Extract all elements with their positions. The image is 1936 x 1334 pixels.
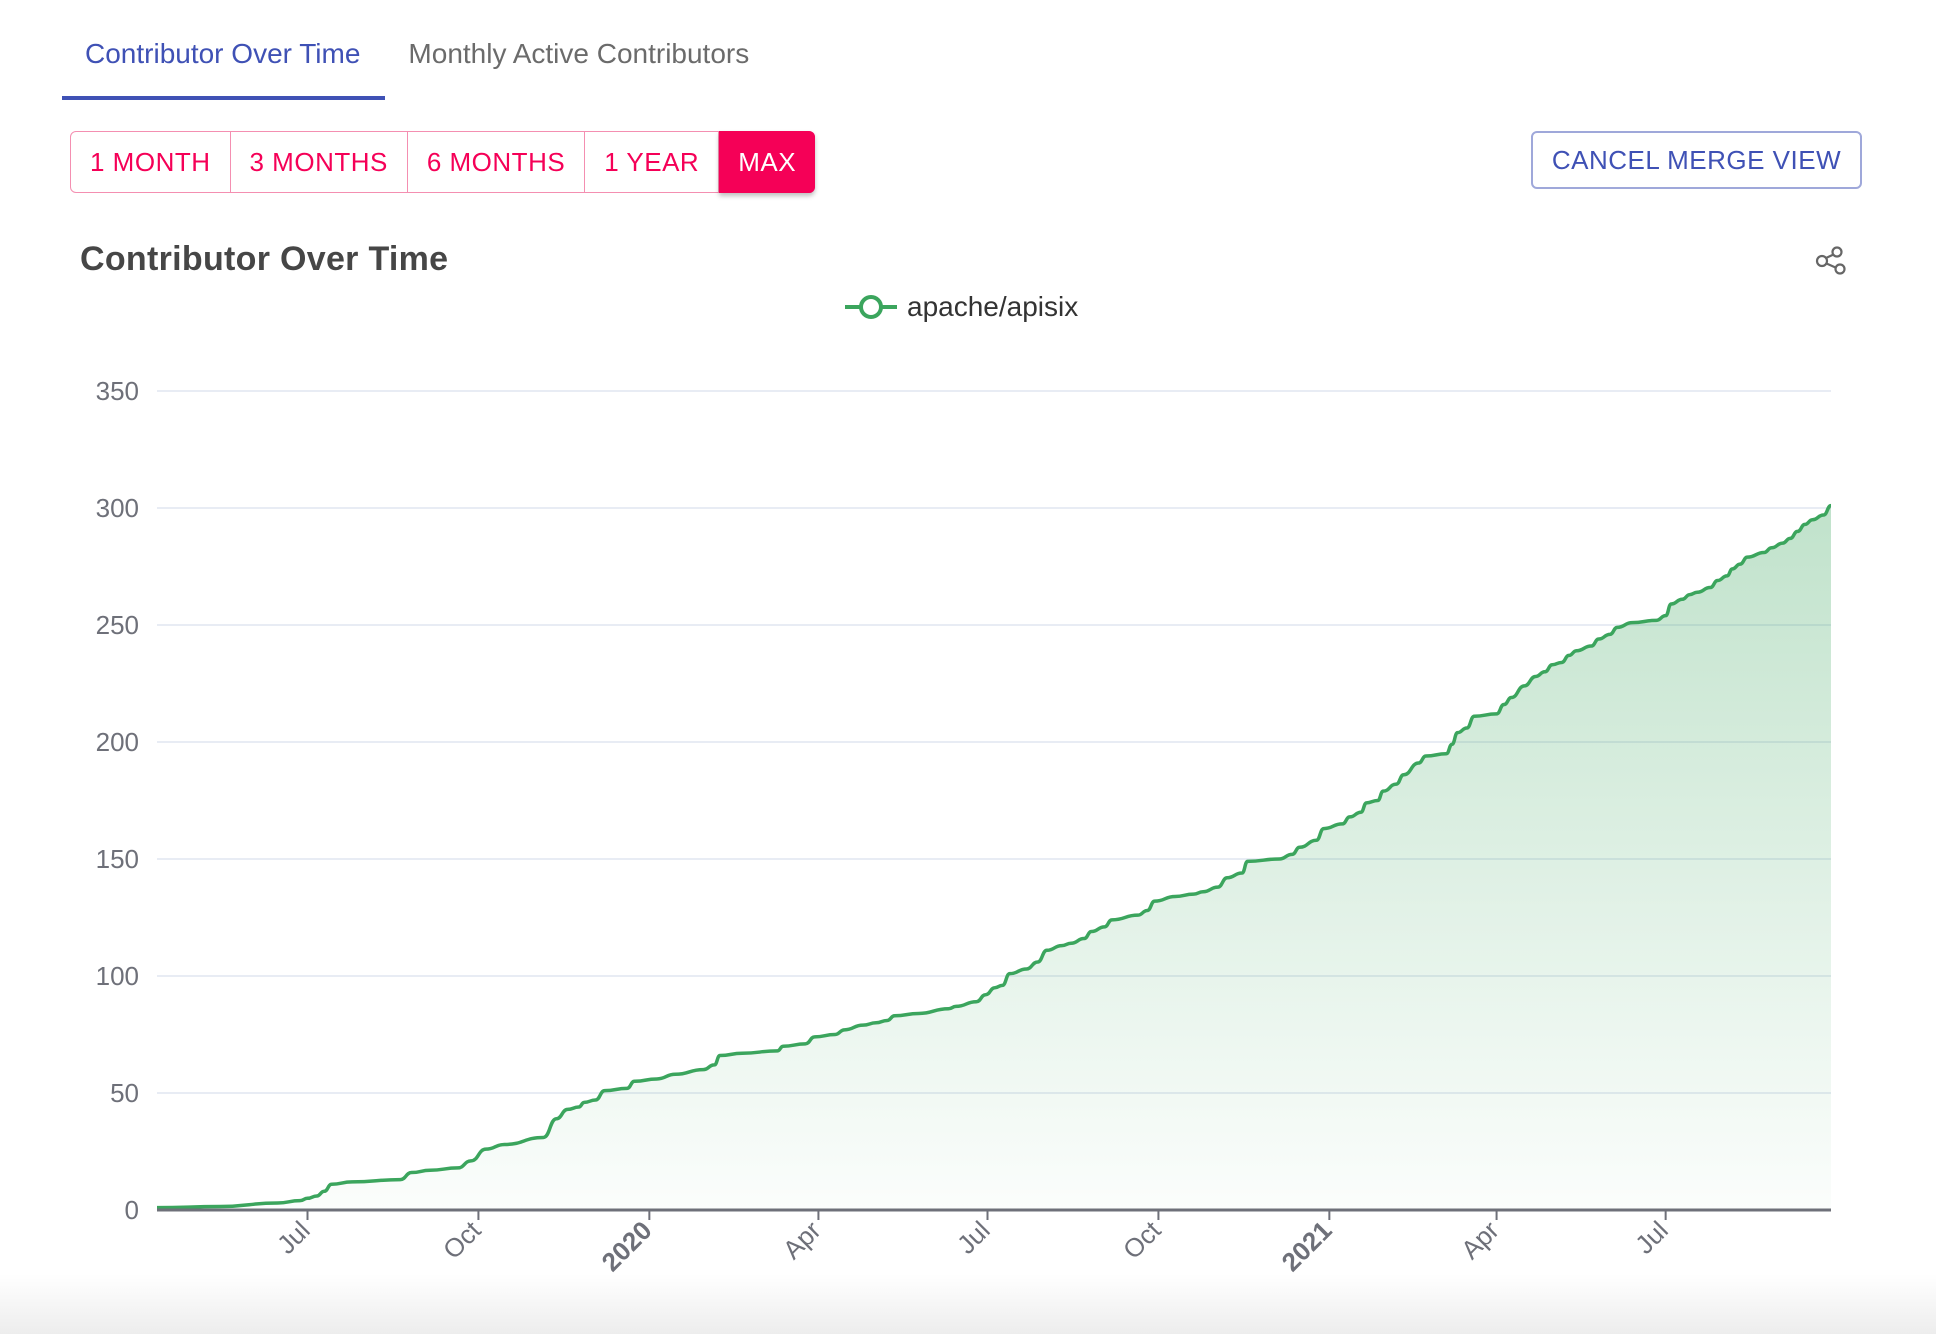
- x-tick-label: Oct: [437, 1214, 487, 1264]
- y-tick-label: 0: [125, 1195, 139, 1225]
- y-tick-label: 150: [96, 844, 139, 874]
- y-tick-label: 100: [96, 961, 139, 991]
- contributor-chart: 0 50 100 150 200 250 300 350 Jul Oct 2020 Apr Jul Oc…: [96, 376, 1832, 1277]
- x-tick-label: Jul: [1629, 1215, 1674, 1260]
- x-tick-label: Apr: [777, 1215, 827, 1265]
- y-axis-ticks: 0 50 100 150 200 250 300 350: [96, 376, 139, 1225]
- y-tick-label: 200: [96, 727, 139, 757]
- x-tick-label: Apr: [1455, 1215, 1505, 1265]
- x-tick-label: Oct: [1117, 1214, 1167, 1264]
- x-axis-ticks: Jul Oct 2020 Apr Jul Oct 2021 Apr Jul: [271, 1210, 1674, 1277]
- y-tick-label: 50: [110, 1078, 139, 1108]
- series-area: [157, 505, 1831, 1210]
- x-tick-label: Jul: [951, 1215, 996, 1260]
- y-tick-label: 300: [96, 493, 139, 523]
- x-tick-label: 2021: [1275, 1215, 1337, 1277]
- y-tick-label: 250: [96, 610, 139, 640]
- x-tick-label: Jul: [271, 1215, 316, 1260]
- y-tick-label: 350: [96, 376, 139, 406]
- x-tick-label: 2020: [595, 1215, 657, 1277]
